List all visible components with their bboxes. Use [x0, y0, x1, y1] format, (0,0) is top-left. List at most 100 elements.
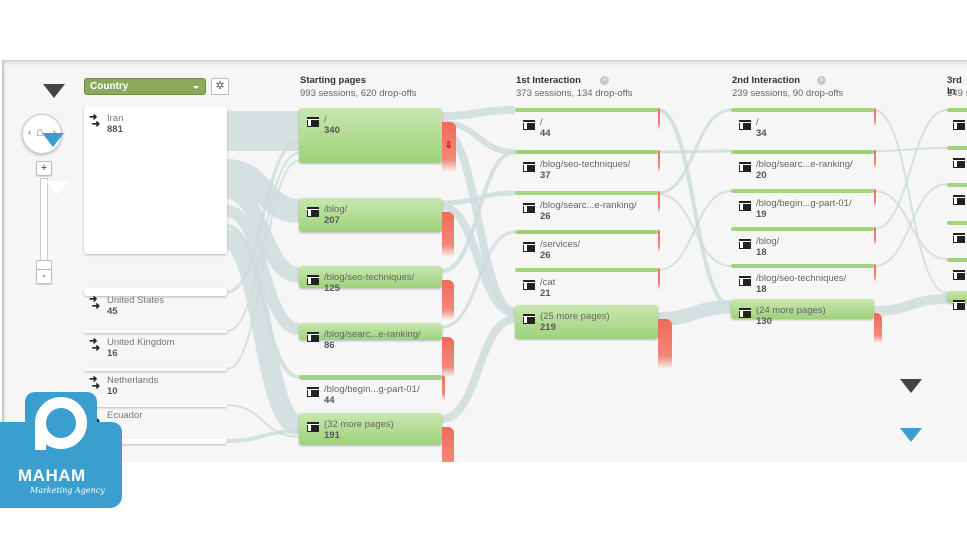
source-node-box[interactable]: [84, 368, 227, 371]
page-label[interactable]: /blog/seo-techniques/: [756, 273, 846, 284]
page-sessions: 21: [540, 288, 551, 299]
drop-off-bar[interactable]: [442, 427, 454, 462]
page-label[interactable]: /blog/: [324, 204, 347, 215]
page-node[interactable]: [515, 150, 658, 154]
page-node[interactable]: [515, 191, 658, 195]
page-node[interactable]: [947, 221, 967, 225]
drop-off-bar[interactable]: [658, 191, 660, 213]
page-sessions: 130: [756, 316, 772, 327]
drop-off-bar[interactable]: [442, 280, 454, 320]
source-label[interactable]: United States: [107, 295, 164, 306]
collapse-arrow-icon[interactable]: [43, 84, 65, 98]
drop-off-bar[interactable]: [442, 212, 454, 257]
page-sessions: 20: [756, 170, 767, 181]
flow-ribbon[interactable]: [873, 109, 948, 230]
page-label[interactable]: /blog/seo-techniques/: [540, 159, 630, 170]
page-label[interactable]: (25 more pages): [540, 311, 610, 322]
page-icon: [523, 280, 535, 290]
drop-off-bar[interactable]: [658, 230, 660, 252]
page-node[interactable]: [731, 150, 874, 154]
page-label[interactable]: /blog/seo-techniques/: [324, 272, 414, 283]
page-label[interactable]: /: [324, 114, 327, 125]
page-node[interactable]: [515, 230, 658, 234]
page-node[interactable]: [299, 375, 442, 380]
page-node[interactable]: [515, 268, 658, 272]
drop-off-bar[interactable]: [442, 375, 445, 400]
page-node[interactable]: [299, 198, 442, 232]
screenshot-stage: ‹ ⌂ › + - Country ✲ ➜ ➜ Iran 881 ➜ ➜ United …: [0, 0, 967, 550]
page-label[interactable]: (32 more pages): [324, 419, 394, 430]
page-icon: [307, 117, 319, 127]
page-label[interactable]: /blog/searc...e-ranking/: [540, 200, 637, 211]
page-icon: [307, 275, 319, 285]
drop-off-bar[interactable]: [874, 227, 876, 245]
close-column-icon[interactable]: ×: [817, 76, 826, 85]
page-node[interactable]: [731, 189, 874, 193]
page-node[interactable]: [731, 264, 874, 268]
page-icon: [307, 387, 319, 397]
page-node[interactable]: [731, 108, 874, 112]
drop-off-bar[interactable]: [874, 313, 882, 343]
scroll-down-arrow-icon[interactable]: [900, 379, 922, 393]
page-node[interactable]: [947, 183, 967, 187]
drop-off-bar[interactable]: [874, 264, 876, 282]
source-label[interactable]: United Kingdom: [107, 337, 175, 348]
page-label[interactable]: /blog/searc...e-ranking/: [324, 329, 421, 340]
page-node[interactable]: [299, 108, 442, 163]
settings-button[interactable]: ✲: [211, 78, 229, 95]
page-icon: [307, 332, 319, 342]
source-label[interactable]: Iran: [107, 113, 123, 124]
traffic-arrows-icon: ➜ ➜: [89, 336, 101, 354]
page-label[interactable]: /blog/searc...e-ranking/: [756, 159, 853, 170]
source-node-box[interactable]: [84, 404, 227, 407]
pan-left-icon[interactable]: ‹: [28, 127, 31, 138]
zoom-in-button[interactable]: +: [36, 161, 52, 176]
flow-ribbon[interactable]: [657, 300, 732, 326]
zoom-out-button[interactable]: -: [36, 269, 52, 284]
page-node[interactable]: [947, 108, 967, 112]
page-label[interactable]: /blog/begin...g-part-01/: [324, 384, 420, 395]
page-label[interactable]: /blog/: [756, 236, 779, 247]
page-icon: [739, 162, 751, 172]
page-node[interactable]: [731, 227, 874, 231]
page-sessions: 207: [324, 215, 340, 226]
flow-ribbon[interactable]: [873, 147, 948, 152]
drop-off-bar[interactable]: [658, 108, 660, 130]
page-sessions: 19: [756, 209, 767, 220]
drop-off-bar[interactable]: [874, 108, 876, 126]
page-sessions: 26: [540, 250, 551, 261]
page-sessions: 44: [324, 395, 335, 406]
page-sessions: 44: [540, 128, 551, 139]
drop-off-bar[interactable]: [658, 150, 660, 172]
page-node[interactable]: [947, 258, 967, 262]
drop-off-bar[interactable]: [658, 268, 660, 290]
source-node-box[interactable]: [84, 330, 227, 333]
page-sessions: 18: [756, 284, 767, 295]
scroll-down-blue-arrow-icon[interactable]: [900, 428, 922, 442]
drop-off-bar[interactable]: [874, 150, 876, 168]
source-node-box[interactable]: [84, 106, 227, 254]
source-label[interactable]: Netherlands: [107, 375, 158, 386]
flow-ribbon[interactable]: [873, 109, 948, 294]
drop-off-bar[interactable]: [658, 319, 672, 369]
column-title: Starting pages: [300, 75, 366, 86]
flow-ribbon[interactable]: [441, 106, 516, 120]
gear-icon: ✲: [215, 80, 225, 92]
page-label[interactable]: /cat: [540, 277, 555, 288]
page-label[interactable]: (24 more pages): [756, 305, 826, 316]
flow-ribbon[interactable]: [873, 294, 948, 316]
page-label[interactable]: /blog/begin...g-part-01/: [756, 198, 852, 209]
flow-ribbon[interactable]: [657, 108, 732, 308]
page-icon: [953, 233, 965, 243]
page-node[interactable]: [947, 146, 967, 150]
page-node[interactable]: [515, 108, 658, 112]
page-label[interactable]: /: [756, 117, 759, 128]
page-icon: [739, 120, 751, 130]
close-column-icon[interactable]: ×: [600, 76, 609, 85]
page-label[interactable]: /: [540, 117, 543, 128]
drop-off-bar[interactable]: [874, 189, 876, 207]
page-label[interactable]: /services/: [540, 239, 580, 250]
dimension-dropdown[interactable]: Country: [84, 78, 206, 95]
drop-off-bar[interactable]: [442, 337, 454, 377]
source-label[interactable]: Ecuador: [107, 410, 142, 421]
